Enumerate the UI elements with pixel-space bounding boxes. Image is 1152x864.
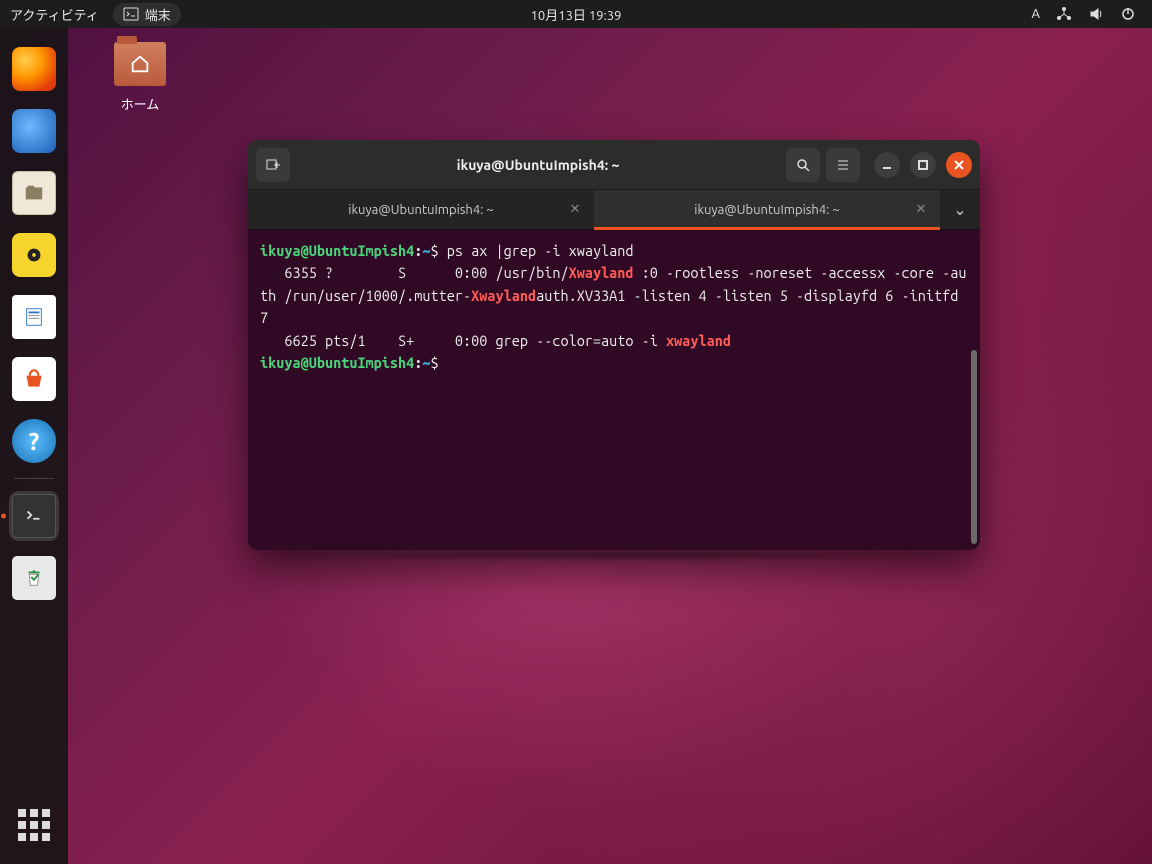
dock-files[interactable] [9,168,59,218]
show-applications-button[interactable] [9,800,59,850]
dock-rhythmbox[interactable] [9,230,59,280]
terminal-tab-2-close[interactable]: ✕ [912,201,930,219]
terminal-window: ikuya@UbuntuImpish4: ~ ikuya@UbuntuImpis… [248,140,980,550]
terminal-tab-2[interactable]: ikuya@UbuntuImpish4: ~ ✕ [594,190,940,229]
terminal-titlebar[interactable]: ikuya@UbuntuImpish4: ~ [248,140,980,190]
dock-trash[interactable] [9,553,59,603]
clock[interactable]: 10月13日 19:39 [531,5,622,24]
desktop-home-label: ホーム [100,94,180,113]
terminal-tab-1-close[interactable]: ✕ [566,201,584,219]
terminal-title: ikuya@UbuntuImpish4: ~ [296,157,780,173]
home-folder-icon [114,42,166,86]
terminal-search-button[interactable] [786,148,820,182]
minimize-button[interactable] [874,152,900,178]
ime-indicator[interactable]: A [1032,7,1040,21]
terminal-tab-1-label: ikuya@UbuntuImpish4: ~ [348,203,493,217]
dock-writer[interactable] [9,292,59,342]
terminal-tabs-dropdown[interactable]: ⌄ [940,190,980,229]
power-icon[interactable] [1120,6,1136,22]
new-tab-button[interactable] [256,148,290,182]
maximize-button[interactable] [910,152,936,178]
terminal-small-icon [123,6,139,22]
terminal-tab-2-label: ikuya@UbuntuImpish4: ~ [694,203,839,217]
activities-button[interactable]: アクティビティ [10,5,99,24]
dock-firefox[interactable] [9,44,59,94]
dock-thunderbird[interactable] [9,106,59,156]
dock: ? [0,28,68,864]
top-bar: アクティビティ 端末 10月13日 19:39 A [0,0,1152,28]
top-bar-left: アクティビティ 端末 [0,3,181,26]
dock-help[interactable]: ? [9,416,59,466]
dock-terminal[interactable] [9,491,59,541]
dock-separator [14,478,54,479]
current-app-label: 端末 [145,5,171,24]
desktop-home-folder[interactable]: ホーム [100,42,180,113]
top-bar-right: A [1032,6,1152,22]
close-button[interactable] [946,152,972,178]
window-controls [866,152,972,178]
terminal-scrollbar[interactable] [971,350,977,544]
terminal-window-shadow [248,548,980,562]
terminal-tab-bar: ikuya@UbuntuImpish4: ~ ✕ ikuya@UbuntuImp… [248,190,980,230]
current-app-indicator[interactable]: 端末 [113,3,181,26]
volume-icon[interactable] [1088,6,1104,22]
terminal-menu-button[interactable] [826,148,860,182]
terminal-body[interactable]: ikuya@UbuntuImpish4:~$ ps ax |grep -i xw… [248,230,980,550]
network-icon[interactable] [1056,6,1072,22]
terminal-content: ikuya@UbuntuImpish4:~$ ps ax |grep -i xw… [260,240,968,375]
terminal-tab-1[interactable]: ikuya@UbuntuImpish4: ~ ✕ [248,190,594,229]
dock-software[interactable] [9,354,59,404]
